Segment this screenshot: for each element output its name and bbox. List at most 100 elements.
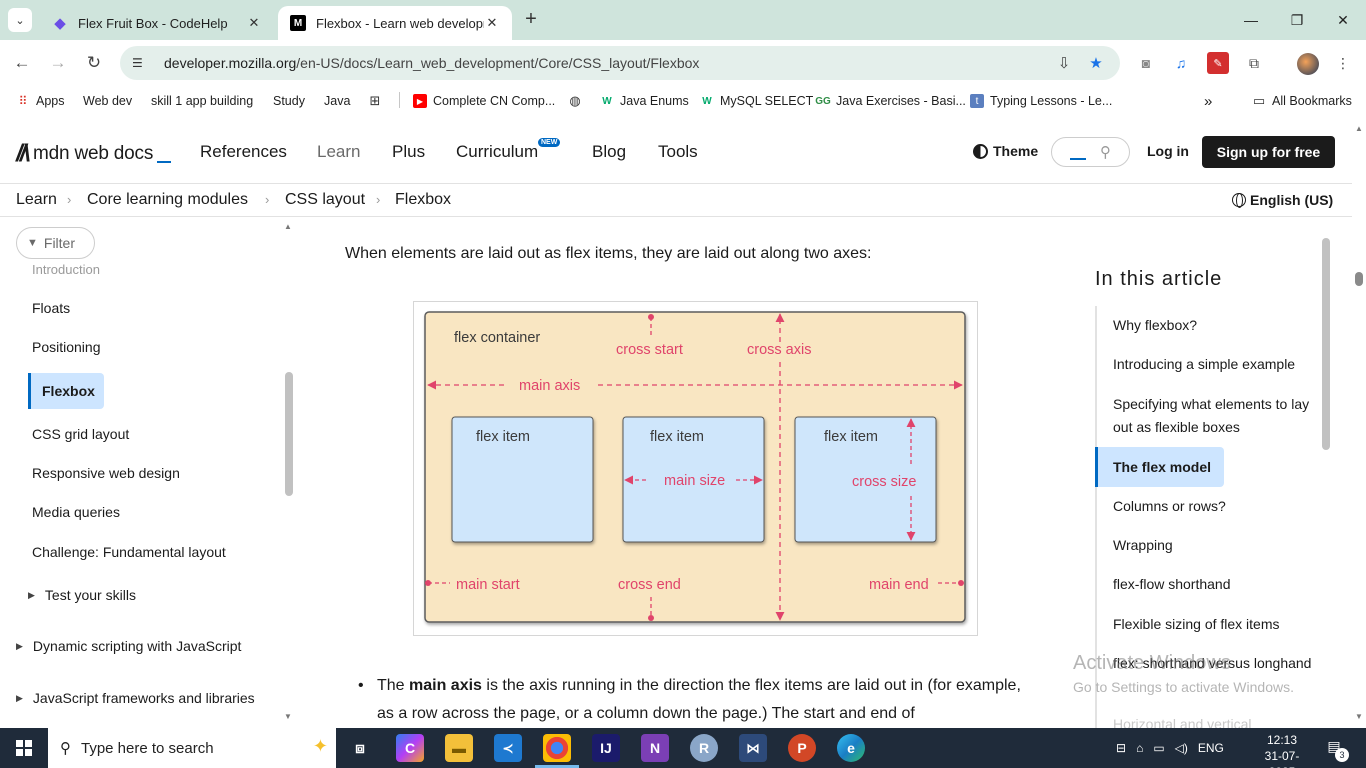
bookmark-java-exercises[interactable]: GG Java Exercises - Basi... [815, 91, 966, 111]
copilot-app-icon[interactable]: C [396, 734, 424, 762]
bookmark-web-dev[interactable]: Web dev [83, 91, 132, 111]
mdn-logo[interactable]: //\ mdn web docs [16, 140, 172, 168]
remote-app-icon[interactable]: ⋈ [739, 734, 767, 762]
address-bar[interactable]: ☰ developer.mozilla.org/en-US/docs/Learn… [120, 46, 1120, 80]
nav-plus[interactable]: Plus [392, 142, 425, 162]
toc-item-simple-example[interactable]: Introducing a simple example [1113, 353, 1313, 376]
notification-center-icon[interactable]: ▤ 3 [1324, 738, 1349, 762]
bookmark-study[interactable]: Study [273, 91, 305, 111]
input-language[interactable]: ENG [1198, 741, 1224, 755]
toc-item-flex-model[interactable]: The flex model [1095, 447, 1224, 487]
toc-scrollbar-thumb[interactable] [1322, 238, 1330, 450]
all-bookmarks-button[interactable]: ▭ All Bookmarks [1252, 91, 1352, 111]
restore-window-icon[interactable]: ❐ [1274, 0, 1320, 40]
bookmarks-overflow-chevron-icon[interactable]: » [1204, 91, 1212, 111]
close-window-icon[interactable]: ✕ [1320, 0, 1366, 40]
nav-tools[interactable]: Tools [658, 142, 698, 162]
nav-blog[interactable]: Blog [592, 142, 626, 162]
sidebar-item-media-queries[interactable]: Media queries [32, 504, 120, 520]
bookmark-typing-lessons[interactable]: t Typing Lessons - Le... [970, 91, 1112, 111]
nav-references[interactable]: References [200, 142, 287, 162]
bookmark-apps[interactable]: ⠿ Apps [16, 91, 65, 111]
network-icon[interactable]: ⌂ [1136, 741, 1143, 755]
new-tab-icon[interactable]: + [520, 8, 542, 32]
reload-icon[interactable]: ↻ [82, 51, 106, 75]
pdf-extension-icon[interactable]: ✎ [1207, 52, 1229, 74]
bookmark-complete-cn[interactable]: ▶ Complete CN Comp... [413, 91, 555, 111]
device-icon[interactable]: ⊟ [1116, 741, 1126, 755]
camera-extension-icon[interactable]: ◙ [1135, 52, 1157, 74]
sidebar-item-css-grid[interactable]: CSS grid layout [32, 426, 129, 442]
sidebar-item-flexbox[interactable]: Flexbox [28, 373, 104, 409]
minimize-window-icon[interactable]: — [1228, 0, 1274, 40]
taskbar-search-input[interactable]: ⚲ Type here to search ✦ [48, 728, 336, 768]
signup-button[interactable]: Sign up for free [1202, 136, 1335, 168]
sidebar-item-floats[interactable]: Floats [32, 300, 70, 316]
extensions-puzzle-icon[interactable]: ⧉ [1243, 52, 1265, 74]
sidebar-group-test-skills[interactable]: ▶ Test your skills [28, 587, 136, 603]
bookmark-java-enums[interactable]: W Java Enums [600, 91, 689, 111]
file-explorer-icon[interactable]: ▬ [445, 734, 473, 762]
profile-avatar[interactable] [1297, 53, 1319, 75]
taskbar-clock[interactable]: 12:13 31-07-2025 [1254, 732, 1310, 768]
nav-learn[interactable]: Learn [317, 142, 360, 162]
onenote-icon[interactable]: N [641, 734, 669, 762]
forward-icon[interactable]: → [46, 51, 70, 75]
sidebar-group-javascript[interactable]: ▶ Dynamic scripting with JavaScript [16, 638, 241, 654]
scroll-up-icon[interactable]: ▲ [1355, 124, 1363, 133]
theme-switcher[interactable]: Theme [973, 143, 1038, 159]
search-icon[interactable]: ⚲ [1100, 143, 1111, 161]
page-scrollbar[interactable]: ▲ ▼ [1352, 120, 1366, 728]
sidebar-scroll-up-icon[interactable]: ▲ [284, 222, 292, 231]
sidebar-filter-input[interactable]: ▼ Filter [16, 227, 95, 259]
task-view-icon[interactable]: ⧈ [346, 734, 374, 762]
toc-item-specifying[interactable]: Specifying what elements to lay out as f… [1113, 393, 1313, 439]
copilot-sparkle-icon[interactable]: ✦ [313, 736, 328, 757]
bookmark-tab-groups[interactable]: ⊞ [368, 91, 388, 111]
bookmark-mysql-select[interactable]: W MySQL SELECT [700, 91, 813, 111]
browser-tab-codehelp[interactable]: ◆ Flex Fruit Box - CodeHelp ✕ [40, 6, 274, 40]
edge-icon[interactable]: e [837, 734, 865, 762]
sidebar-item-responsive[interactable]: Responsive web design [32, 465, 180, 481]
bookmark-java[interactable]: Java [324, 91, 350, 111]
bookmark-globe[interactable]: ◍ [568, 91, 588, 111]
sidebar-item-introduction[interactable]: Introduction [32, 262, 100, 277]
vscode-icon[interactable]: ≺ [494, 734, 522, 762]
nav-curriculum[interactable]: Curriculum [456, 142, 538, 162]
login-link[interactable]: Log in [1147, 143, 1189, 159]
site-search-input[interactable]: ⚲ [1051, 137, 1130, 167]
toc-item-flexible-sizing[interactable]: Flexible sizing of flex items [1113, 613, 1313, 636]
toc-item-columns-rows[interactable]: Columns or rows? [1113, 495, 1313, 518]
toc-item-flex-flow[interactable]: flex-flow shorthand [1113, 573, 1313, 596]
start-button[interactable] [0, 728, 48, 768]
chrome-menu-icon[interactable]: ⋮ [1332, 52, 1354, 74]
r-app-icon[interactable]: R [690, 734, 718, 762]
breadcrumb-core-modules[interactable]: Core learning modules [87, 191, 248, 209]
sidebar-item-challenge[interactable]: Challenge: Fundamental layout [32, 544, 226, 560]
tab-search-dropdown-icon[interactable]: ⌄ [8, 8, 32, 32]
close-tab-icon[interactable]: ✕ [484, 15, 500, 31]
sidebar-group-frameworks[interactable]: ▶ JavaScript frameworks and libraries [16, 690, 255, 706]
bookmark-skill-app[interactable]: skill 1 app building [151, 91, 253, 111]
volume-icon[interactable]: ◁) [1175, 741, 1188, 755]
breadcrumb-learn[interactable]: Learn [16, 191, 57, 209]
sidebar-scroll-down-icon[interactable]: ▼ [284, 712, 292, 721]
sidebar-item-positioning[interactable]: Positioning [32, 339, 101, 355]
toc-item-wrapping[interactable]: Wrapping [1113, 534, 1313, 557]
language-switcher[interactable]: English (US) [1232, 192, 1333, 208]
audio-extension-icon[interactable]: ♫ [1170, 52, 1192, 74]
sidebar-scrollbar-thumb[interactable] [285, 372, 293, 496]
bookmark-star-icon[interactable]: ★ [1081, 48, 1111, 78]
powerpoint-icon[interactable]: P [788, 734, 816, 762]
browser-tab-flexbox[interactable]: M Flexbox - Learn web developme ✕ [278, 6, 512, 40]
intellij-icon[interactable]: IJ [592, 734, 620, 762]
breadcrumb-css-layout[interactable]: CSS layout [285, 191, 365, 209]
breadcrumb-flexbox[interactable]: Flexbox [395, 191, 451, 209]
toc-item-why-flexbox[interactable]: Why flexbox? [1113, 314, 1313, 337]
back-icon[interactable]: ← [10, 51, 34, 75]
scroll-down-icon[interactable]: ▼ [1355, 712, 1363, 721]
toc-item-shorthand-longhand[interactable]: flex: shorthand versus longhand [1113, 652, 1313, 675]
site-info-icon[interactable]: ☰ [132, 56, 152, 70]
page-scrollbar-thumb[interactable] [1355, 272, 1363, 286]
battery-icon[interactable]: ▭ [1153, 741, 1164, 755]
